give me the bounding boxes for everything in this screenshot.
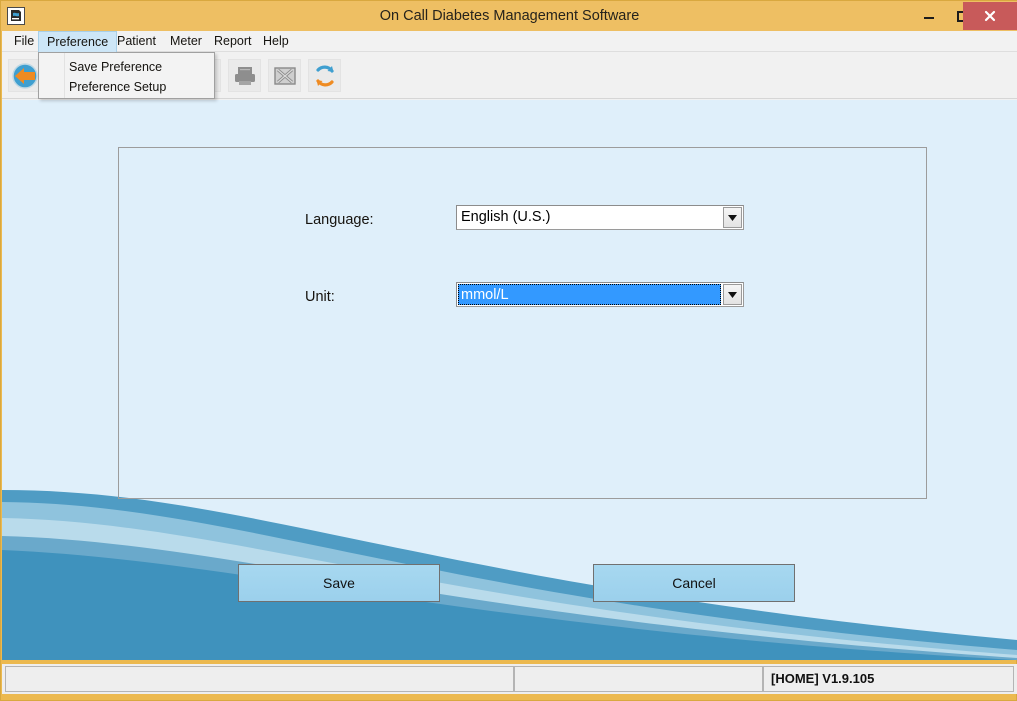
status-version-panel: [HOME] V1.9.105	[763, 666, 1014, 692]
unit-dropdown-arrow[interactable]	[723, 284, 742, 305]
save-button[interactable]: Save	[238, 564, 440, 602]
status-middle-panel	[514, 666, 763, 692]
status-left-panel	[5, 666, 514, 692]
close-button[interactable]	[963, 2, 1017, 30]
back-button[interactable]	[8, 59, 41, 92]
export-excel-button	[268, 59, 301, 92]
language-select[interactable]: English (U.S.)	[456, 205, 744, 230]
menu-item-patient[interactable]: Patient	[109, 31, 164, 52]
menu-bar: File Preference Patient Meter Report Hel…	[2, 31, 1017, 53]
printer-icon	[234, 66, 255, 85]
chevron-down-icon	[728, 214, 737, 221]
preference-form-panel: Language: English (U.S.) Unit: mmol/L	[118, 147, 927, 499]
menu-item-meter[interactable]: Meter	[162, 31, 210, 52]
menu-item-preference[interactable]: Preference	[38, 31, 118, 53]
unit-value: mmol/L	[458, 284, 721, 305]
excel-export-icon	[273, 66, 296, 85]
print-button	[228, 59, 261, 92]
unit-label: Unit:	[305, 289, 335, 305]
menu-gutter	[39, 53, 65, 98]
window-title: On Call Diabetes Management Software	[379, 8, 640, 24]
chevron-down-icon	[728, 291, 737, 298]
unit-select[interactable]: mmol/L	[456, 282, 744, 307]
minimize-button[interactable]	[912, 3, 946, 29]
language-label: Language:	[305, 212, 374, 228]
decorative-wave-graphic	[2, 490, 1017, 660]
application-window: On Call Diabetes Management Software Fil…	[0, 0, 1017, 701]
refresh-button[interactable]	[308, 59, 341, 92]
menu-item-file[interactable]: File	[6, 31, 42, 52]
menu-option-save-preference[interactable]: Save Preference	[69, 56, 162, 78]
language-value: English (U.S.)	[461, 209, 551, 225]
title-bar: On Call Diabetes Management Software	[1, 1, 1017, 31]
minimize-icon	[924, 17, 934, 19]
cancel-button[interactable]: Cancel	[593, 564, 795, 602]
language-dropdown-arrow[interactable]	[723, 207, 742, 228]
client-area: Language: English (U.S.) Unit: mmol/L Sa…	[2, 100, 1017, 660]
preference-menu-dropdown: Save Preference Preference Setup	[38, 52, 215, 99]
menu-item-report[interactable]: Report	[206, 31, 260, 52]
close-icon	[984, 10, 996, 22]
menu-option-preference-setup[interactable]: Preference Setup	[69, 76, 166, 98]
status-bar: [HOME] V1.9.105	[2, 664, 1017, 694]
back-arrow-icon	[11, 62, 38, 89]
refresh-icon	[315, 65, 334, 86]
menu-item-help[interactable]: Help	[255, 31, 297, 52]
